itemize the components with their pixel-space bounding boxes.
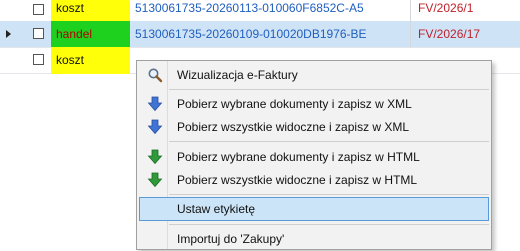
green-download-arrow-icon <box>147 172 163 188</box>
column-divider <box>410 21 411 48</box>
menu-item-pobierz-wszystkie-xml[interactable]: Pobierz wszystkie widoczne i zapisz w XM… <box>139 115 489 139</box>
menu-item-pobierz-wszystkie-html[interactable]: Pobierz wszystkie widoczne i zapisz w HT… <box>139 168 489 192</box>
row-checkbox[interactable] <box>33 28 44 39</box>
menu-item-pobierz-wybrane-html[interactable]: Pobierz wybrane dokumenty i zapisz w HTM… <box>139 145 489 169</box>
menu-item-label: Pobierz wszystkie widoczne i zapisz w HT… <box>177 173 418 187</box>
type-cell: handel <box>51 21 130 48</box>
blue-download-arrow-icon <box>147 96 163 112</box>
ksef-number-cell: 5130061735-20260113-010060F6852C-A5 <box>135 1 364 15</box>
ksef-number-cell: 5130061735-20260109-010020DB1976-BE <box>135 27 367 41</box>
document-number-cell: FV/2026/17 <box>418 27 481 41</box>
menu-item-pobierz-wybrane-xml[interactable]: Pobierz wybrane dokumenty i zapisz w XML <box>139 92 489 116</box>
menu-item-wizualizacja[interactable]: Wizualizacja e-Faktury <box>139 63 489 87</box>
menu-item-label: Pobierz wszystkie widoczne i zapisz w XM… <box>177 120 410 134</box>
type-cell: koszt <box>51 0 130 22</box>
magnifier-icon <box>148 68 163 83</box>
table-row-selected[interactable]: handel 5130061735-20260109-010020DB1976-… <box>0 21 520 48</box>
menu-item-ustaw-etykiete[interactable]: Ustaw etykietę <box>139 197 489 221</box>
current-row-indicator <box>3 21 15 48</box>
menu-item-label: Ustaw etykietę <box>177 202 256 216</box>
menu-item-label: Wizualizacja e-Faktury <box>177 68 298 82</box>
row-checkbox[interactable] <box>33 54 44 65</box>
green-download-arrow-icon <box>147 149 163 165</box>
row-pointer-icon <box>6 30 11 38</box>
document-number-cell: FV/2026/1 <box>418 1 474 15</box>
menu-item-label: Pobierz wybrane dokumenty i zapisz w XML <box>177 97 412 111</box>
row-checkbox[interactable] <box>33 4 44 15</box>
menu-item-label: Pobierz wybrane dokumenty i zapisz w HTM… <box>177 150 420 164</box>
menu-separator <box>169 141 489 142</box>
menu-item-importuj-zakupy[interactable]: Importuj do 'Zakupy' <box>139 227 489 251</box>
column-divider <box>410 0 411 22</box>
blue-download-arrow-icon <box>147 119 163 135</box>
menu-separator <box>169 224 489 225</box>
menu-separator <box>169 194 489 195</box>
table-row[interactable]: koszt 5130061735-20260113-010060F6852C-A… <box>0 0 520 22</box>
menu-separator <box>169 89 489 90</box>
menu-item-label: Importuj do 'Zakupy' <box>177 232 285 246</box>
type-cell: koszt <box>51 47 130 74</box>
context-menu: Wizualizacja e-Faktury Pobierz wybrane d… <box>136 60 492 250</box>
